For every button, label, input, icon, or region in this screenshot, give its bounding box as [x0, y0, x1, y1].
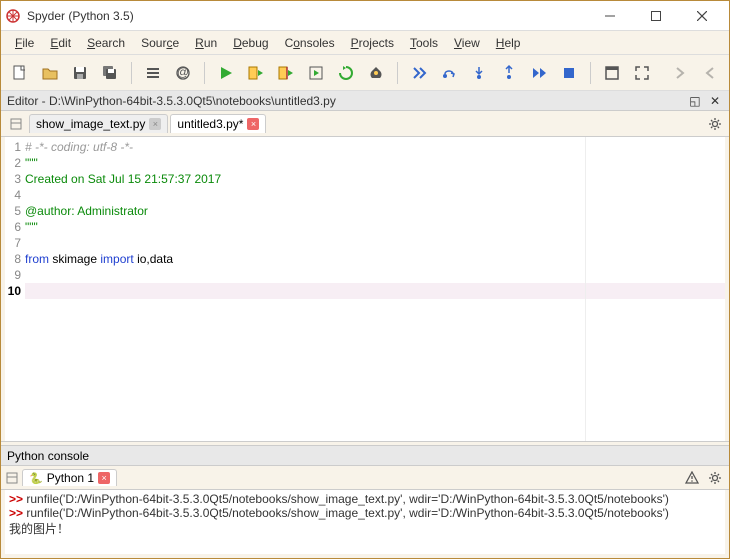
step-into-button[interactable]: [466, 60, 492, 86]
menu-help[interactable]: Help: [488, 34, 529, 52]
editor-tabs: show_image_text.py × untitled3.py* ×: [1, 111, 729, 137]
nav-forward-button[interactable]: [667, 60, 693, 86]
minimize-button[interactable]: [587, 1, 633, 31]
run-selection-button[interactable]: [303, 60, 329, 86]
menu-search[interactable]: Search: [79, 34, 133, 52]
stop-debug-button[interactable]: [556, 60, 582, 86]
tab-untitled3[interactable]: untitled3.py* ×: [170, 114, 266, 133]
console-tab-label: Python 1: [47, 471, 94, 485]
pathbar-close-icon[interactable]: ✕: [707, 94, 723, 108]
maximize-button[interactable]: [633, 1, 679, 31]
code-editor[interactable]: 12345678910 # -*- coding: utf-8 -*-"""Cr…: [5, 137, 725, 441]
spyder-icon: [5, 8, 21, 24]
console-browse-button[interactable]: [5, 471, 19, 485]
editor-path-text: Editor - D:\WinPython-64bit-3.5.3.0Qt5\n…: [7, 94, 336, 108]
column-guide: [585, 137, 586, 441]
console-options-button[interactable]: [705, 468, 725, 488]
menu-run[interactable]: Run: [187, 34, 225, 52]
console-output[interactable]: >> runfile('D:/WinPython-64bit-3.5.3.0Qt…: [1, 490, 729, 558]
run-button[interactable]: [213, 60, 239, 86]
tab-close-icon[interactable]: ×: [149, 118, 161, 130]
new-file-button[interactable]: [7, 60, 33, 86]
run-cell-advance-button[interactable]: [273, 60, 299, 86]
tab-browse-button[interactable]: [5, 114, 27, 134]
toolbar-separator: [204, 62, 205, 84]
cells-button[interactable]: [140, 60, 166, 86]
rerun-button[interactable]: [333, 60, 359, 86]
step-out-button[interactable]: [496, 60, 522, 86]
kill-button[interactable]: [363, 60, 389, 86]
console-tab-python1[interactable]: 🐍 Python 1 ×: [22, 469, 117, 486]
editor-path-bar: Editor - D:\WinPython-64bit-3.5.3.0Qt5\n…: [1, 91, 729, 111]
save-all-button[interactable]: [97, 60, 123, 86]
menu-source[interactable]: Source: [133, 34, 187, 52]
menu-consoles[interactable]: Consoles: [277, 34, 343, 52]
fullscreen-button[interactable]: [629, 60, 655, 86]
window-titlebar: Spyder (Python 3.5): [1, 1, 729, 31]
open-file-button[interactable]: [37, 60, 63, 86]
tab-close-icon[interactable]: ×: [247, 118, 259, 130]
menu-edit[interactable]: Edit: [42, 34, 79, 52]
continue-button[interactable]: [526, 60, 552, 86]
python-icon: 🐍: [29, 472, 43, 485]
console-tab-close-icon[interactable]: ×: [98, 472, 110, 484]
console-tabs: 🐍 Python 1 ×: [1, 466, 729, 490]
code-area[interactable]: # -*- coding: utf-8 -*-"""Created on Sat…: [25, 137, 725, 441]
toolbar-separator: [131, 62, 132, 84]
console-title-text: Python console: [7, 449, 89, 463]
maximize-pane-button[interactable]: [599, 60, 625, 86]
window-title: Spyder (Python 3.5): [27, 9, 587, 23]
menu-file[interactable]: File: [7, 34, 42, 52]
debug-button[interactable]: [406, 60, 432, 86]
menu-view[interactable]: View: [446, 34, 488, 52]
step-over-button[interactable]: [436, 60, 462, 86]
editor-pane: 12345678910 # -*- coding: utf-8 -*-"""Cr…: [1, 137, 729, 441]
tab-label: show_image_text.py: [36, 117, 145, 131]
editor-options-button[interactable]: [705, 114, 725, 134]
menu-debug[interactable]: Debug: [225, 34, 276, 52]
save-button[interactable]: [67, 60, 93, 86]
menu-tools[interactable]: Tools: [402, 34, 446, 52]
toolbar-separator: [590, 62, 591, 84]
nav-back-button[interactable]: [697, 60, 723, 86]
close-button[interactable]: [679, 1, 725, 31]
tab-label: untitled3.py*: [177, 117, 243, 131]
run-cell-button[interactable]: [243, 60, 269, 86]
svg-text:@: @: [177, 65, 189, 79]
toolbar: @: [1, 55, 729, 91]
menu-projects[interactable]: Projects: [343, 34, 402, 52]
tab-show-image-text[interactable]: show_image_text.py ×: [29, 114, 168, 133]
line-gutter: 12345678910: [5, 137, 25, 441]
console-title-bar: Python console: [1, 446, 729, 466]
pathbar-buttons: ◱ ✕: [686, 94, 723, 108]
menu-bar: File Edit Search Source Run Debug Consol…: [1, 31, 729, 55]
toolbar-separator: [397, 62, 398, 84]
pathbar-undock-icon[interactable]: ◱: [686, 94, 703, 108]
console-warning-icon[interactable]: [685, 471, 699, 485]
at-button[interactable]: @: [170, 60, 196, 86]
